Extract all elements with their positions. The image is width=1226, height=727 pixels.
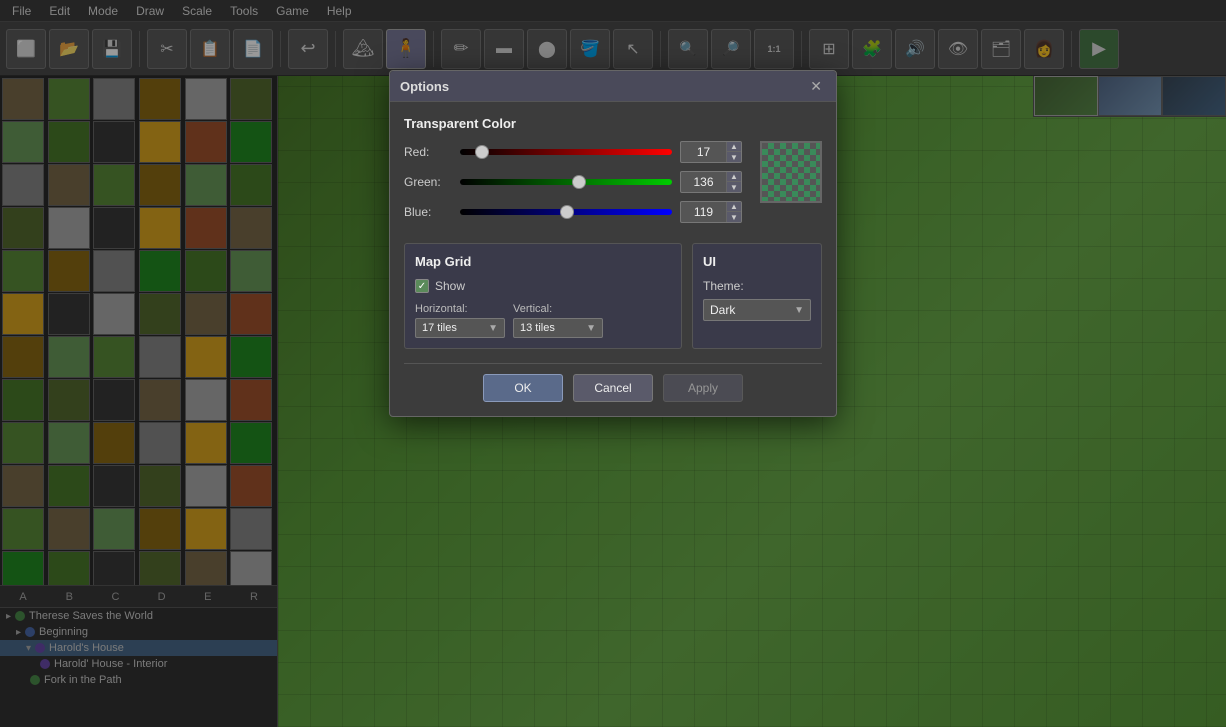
blue-spinbox[interactable]: 119 ▲ ▼ — [680, 201, 742, 223]
dialog-close-button[interactable]: ✕ — [806, 77, 826, 95]
show-checkbox[interactable]: ✓ — [415, 279, 429, 293]
blue-value: 119 — [681, 205, 726, 219]
ok-button[interactable]: OK — [483, 374, 563, 402]
transparent-color-title: Transparent Color — [404, 116, 822, 131]
map-grid-title: Map Grid — [415, 254, 671, 269]
vertical-select-col: Vertical: 13 tiles ▼ — [513, 303, 603, 338]
green-decrement[interactable]: ▼ — [727, 182, 741, 193]
blue-spinbox-buttons: ▲ ▼ — [726, 201, 741, 223]
dialog-body: Transparent Color Red: 17 — [390, 102, 836, 416]
ui-section-title: UI — [703, 254, 811, 269]
grid-selects: Horizontal: 17 tiles ▼ Vertical: 13 tile… — [415, 303, 671, 338]
color-preview — [760, 141, 822, 203]
green-label: Green: — [404, 175, 452, 189]
horizontal-dropdown-arrow: ▼ — [488, 323, 498, 334]
blue-decrement[interactable]: ▼ — [727, 212, 741, 223]
transparent-color-section: Transparent Color Red: 17 — [404, 116, 822, 231]
horizontal-select-col: Horizontal: 17 tiles ▼ — [415, 303, 505, 338]
red-spinbox-buttons: ▲ ▼ — [726, 141, 741, 163]
dialog-title: Options — [400, 79, 449, 94]
dialog-titlebar: Options ✕ — [390, 71, 836, 102]
blue-slider-thumb[interactable] — [560, 205, 574, 219]
options-dialog: Options ✕ Transparent Color Red: — [389, 70, 837, 417]
horizontal-select[interactable]: 17 tiles ▼ — [415, 318, 505, 338]
red-label: Red: — [404, 145, 452, 159]
red-increment[interactable]: ▲ — [727, 141, 741, 152]
blue-color-row: Blue: 119 ▲ ▼ — [404, 201, 742, 223]
bottom-sections: Map Grid ✓ Show Horizontal: 17 tiles ▼ — [404, 243, 822, 349]
green-slider-thumb[interactable] — [572, 175, 586, 189]
red-decrement[interactable]: ▼ — [727, 152, 741, 163]
green-spinbox-buttons: ▲ ▼ — [726, 171, 741, 193]
red-color-row: Red: 17 ▲ ▼ — [404, 141, 742, 163]
vertical-select[interactable]: 13 tiles ▼ — [513, 318, 603, 338]
show-label: Show — [435, 279, 465, 293]
green-spinbox[interactable]: 136 ▲ ▼ — [680, 171, 742, 193]
red-value: 17 — [681, 145, 726, 159]
cancel-button[interactable]: Cancel — [573, 374, 653, 402]
green-value: 136 — [681, 175, 726, 189]
red-slider[interactable] — [460, 149, 672, 155]
vertical-value: 13 tiles — [520, 322, 555, 334]
red-spinbox[interactable]: 17 ▲ ▼ — [680, 141, 742, 163]
blue-label: Blue: — [404, 205, 452, 219]
vertical-label: Vertical: — [513, 303, 603, 315]
green-increment[interactable]: ▲ — [727, 171, 741, 182]
map-grid-section: Map Grid ✓ Show Horizontal: 17 tiles ▼ — [404, 243, 682, 349]
blue-increment[interactable]: ▲ — [727, 201, 741, 212]
apply-button[interactable]: Apply — [663, 374, 743, 402]
theme-dropdown-arrow: ▼ — [794, 305, 804, 316]
green-slider[interactable] — [460, 179, 672, 185]
dialog-overlay: Options ✕ Transparent Color Red: — [0, 0, 1226, 727]
vertical-dropdown-arrow: ▼ — [586, 323, 596, 334]
horizontal-value: 17 tiles — [422, 322, 457, 334]
theme-value: Dark — [710, 303, 735, 317]
green-color-row: Green: 136 ▲ ▼ — [404, 171, 742, 193]
dialog-buttons: OK Cancel Apply — [404, 363, 822, 402]
show-row: ✓ Show — [415, 279, 671, 293]
theme-select[interactable]: Dark ▼ — [703, 299, 811, 321]
blue-slider[interactable] — [460, 209, 672, 215]
horizontal-label: Horizontal: — [415, 303, 505, 315]
ui-section: UI Theme: Dark ▼ — [692, 243, 822, 349]
theme-label: Theme: — [703, 279, 811, 293]
red-slider-thumb[interactable] — [475, 145, 489, 159]
